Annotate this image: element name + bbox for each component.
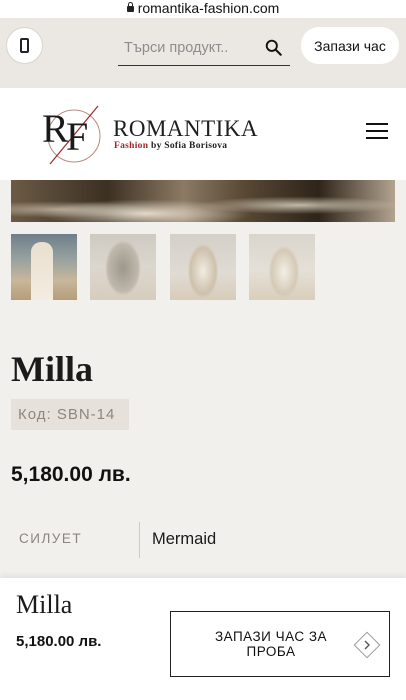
product-code-badge: Код: SBN-14 (11, 399, 129, 430)
main-product-image[interactable] (11, 180, 395, 222)
sticky-product-price: 5,180.00 лв. (16, 633, 102, 650)
thumbnail-2[interactable] (90, 234, 156, 300)
phone-icon (20, 38, 29, 53)
search-input[interactable]: Търси продукт.. (124, 40, 264, 56)
thumbnail-1[interactable] (11, 234, 77, 300)
thumbnail-gallery (11, 234, 331, 300)
url-text: romantika-fashion.com (137, 0, 280, 16)
tagline-accent: Fashion (114, 141, 149, 151)
book-fitting-button[interactable]: ЗАПАЗИ ЧАС ЗА ПРОБА (170, 611, 390, 677)
attribute-divider (139, 522, 140, 558)
sticky-purchase-bar: Milla 5,180.00 лв. ЗАПАЗИ ЧАС ЗА ПРОБА (0, 578, 406, 700)
product-price: 5,180.00 лв. (11, 463, 131, 486)
thumbnail-3[interactable] (170, 234, 236, 300)
search-icon[interactable] (265, 39, 282, 56)
attribute-value: Mermaid (152, 530, 217, 548)
logo-monogram-r: R (42, 106, 69, 151)
brand-tagline: Fashion by Sofia Borisova (114, 141, 227, 151)
thumbnail-4[interactable] (249, 234, 315, 300)
product-title: Milla (11, 349, 93, 389)
tagline-rest: by Sofia Borisova (148, 141, 228, 151)
logo-monogram-f: F (66, 114, 88, 159)
book-fitting-label: ЗАПАЗИ ЧАС ЗА ПРОБА (214, 629, 328, 659)
logo-icon[interactable]: R F (36, 98, 108, 170)
site-header: R F ROMANTIKA Fashion by Sofia Borisova (0, 88, 406, 180)
top-bar: Търси продукт.. Запази час (0, 18, 406, 88)
hamburger-menu-icon[interactable] (366, 123, 388, 141)
attribute-row-silhouette: СИЛУЕТ Mermaid (0, 520, 406, 560)
brand-name[interactable]: ROMANTIKA (113, 116, 258, 142)
browser-url-bar[interactable]: romantika-fashion.com (0, 0, 406, 18)
product-page: romantika-fashion.com Търси продукт.. За… (0, 0, 406, 700)
sticky-product-title: Milla (16, 590, 73, 619)
chevron-right-icon (353, 631, 381, 659)
attribute-label: СИЛУЕТ (19, 531, 83, 546)
book-appointment-button[interactable]: Запази час (301, 27, 399, 64)
phone-button[interactable] (6, 27, 43, 64)
search-field[interactable]: Търси продукт.. (118, 32, 290, 66)
lock-icon (126, 2, 134, 12)
